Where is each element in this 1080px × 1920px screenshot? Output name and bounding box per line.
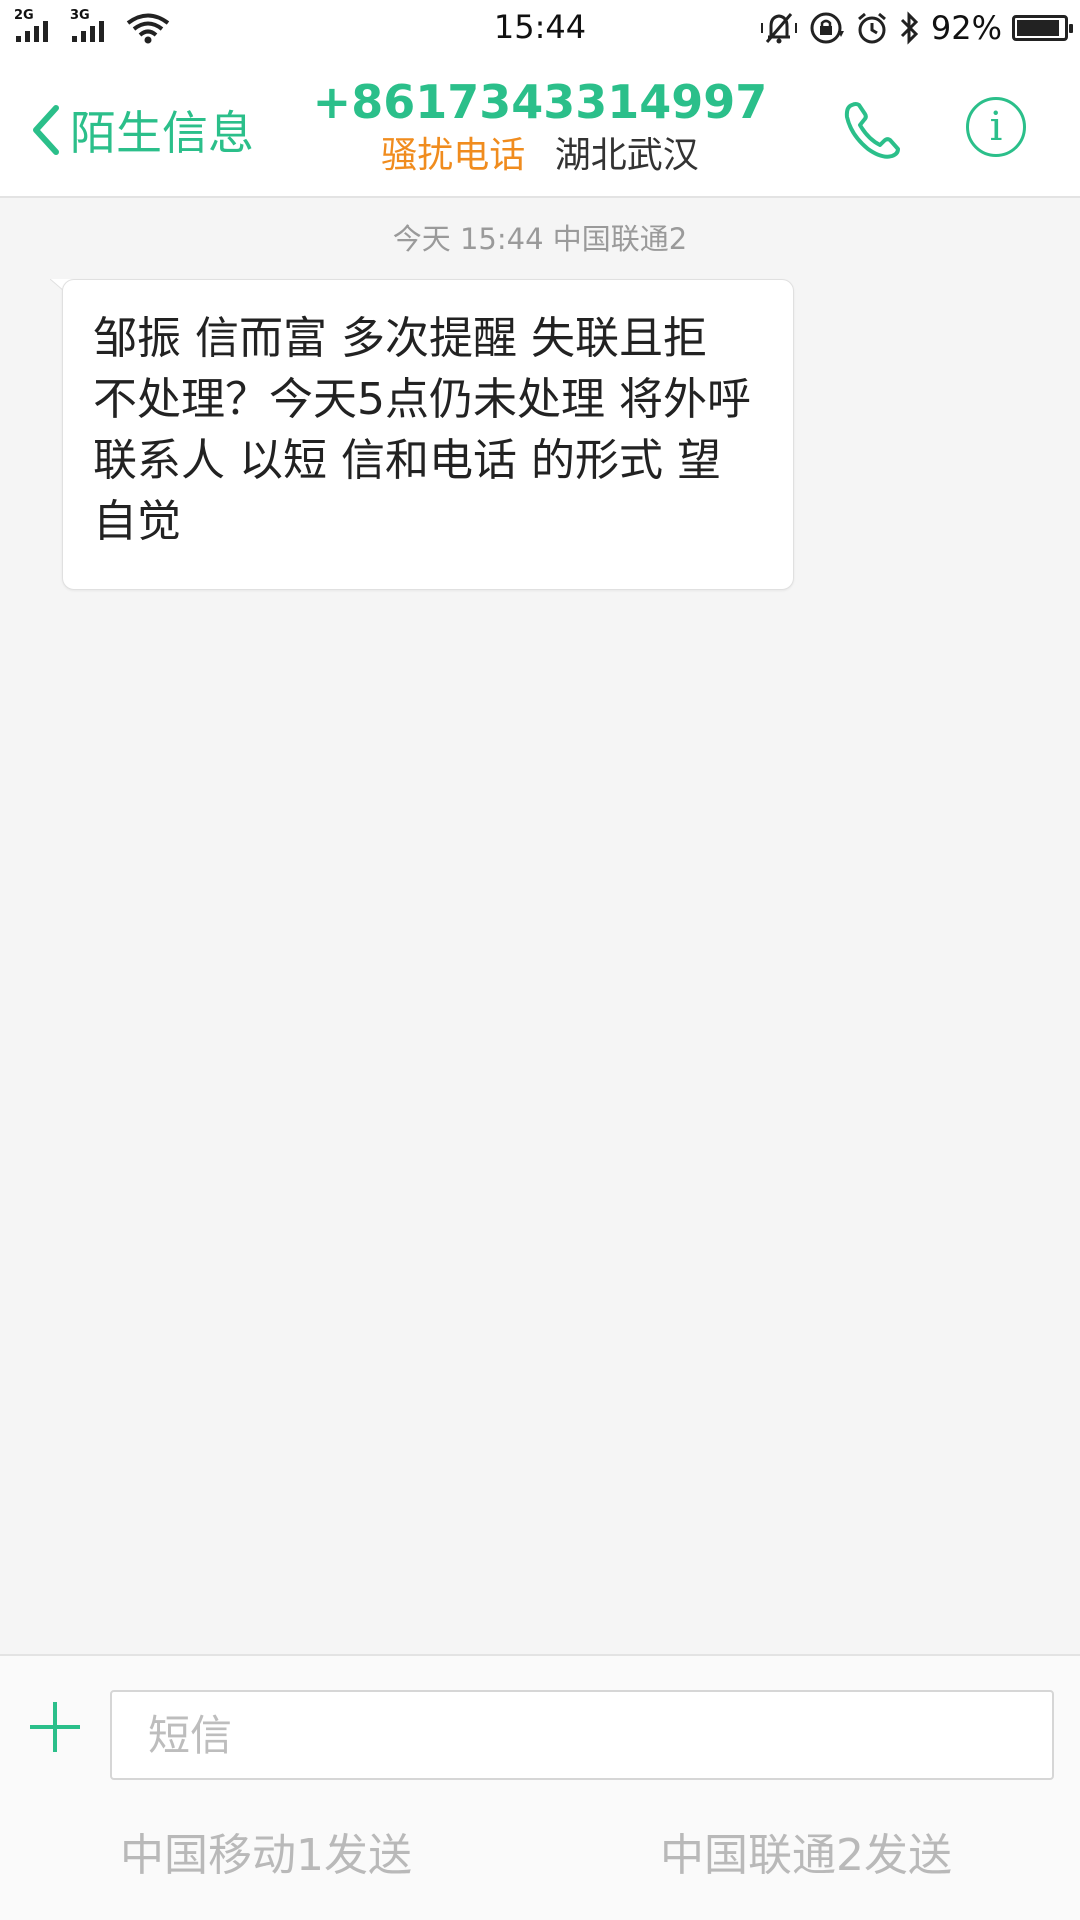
add-attachment-button[interactable] <box>28 1700 82 1754</box>
location-label: 湖北武汉 <box>554 135 699 176</box>
battery-percent: 92% <box>930 9 1002 47</box>
info-button[interactable]: i <box>966 97 1026 157</box>
plus-icon <box>30 1702 80 1752</box>
message-line: 邹振 信而富 多次提醒 失联且拒 <box>93 313 707 364</box>
compose-area: 中国移动1发送 中国联通2发送 <box>0 1654 1080 1920</box>
harassment-tag: 骚扰电话 <box>381 135 526 176</box>
alarm-icon <box>857 12 886 44</box>
contact-subtitle: 骚扰电话 湖北武汉 <box>0 131 1080 181</box>
message-line: 不处理？今天5点仍未处理 将外呼 <box>93 374 751 425</box>
status-right: 92% <box>759 8 1073 48</box>
sms-input[interactable] <box>110 1690 1054 1780</box>
incoming-message-bubble[interactable]: 邹振 信而富 多次提醒 失联且拒 不处理？今天5点仍未处理 将外呼 联系人 以短… <box>62 279 794 590</box>
message-line: 联系人 以短 信和电话 的形式 望 <box>93 435 721 486</box>
info-icon: i <box>989 104 1003 150</box>
phone-icon <box>844 102 900 159</box>
status-bar: 2G 3G 15:44 92% <box>0 0 1080 55</box>
contact-title: +8617343314997 骚扰电话 湖北武汉 <box>0 73 1080 181</box>
send-sim2-button[interactable]: 中国联通2发送 <box>660 1826 952 1886</box>
rotation-lock-icon <box>810 12 844 44</box>
conversation-header: 陌生信息 +8617343314997 骚扰电话 湖北武汉 i <box>0 55 1080 198</box>
message-timestamp: 今天 15:44 中国联通2 <box>392 222 688 256</box>
message-line: 自觉 <box>93 496 181 547</box>
battery-icon <box>1012 15 1073 41</box>
mute-icon <box>760 13 797 44</box>
battery-level-fill <box>1017 20 1059 36</box>
bluetooth-icon <box>900 11 918 45</box>
send-sim1-button[interactable]: 中国移动1发送 <box>120 1826 412 1886</box>
phone-number: +8617343314997 <box>312 75 768 129</box>
call-button[interactable] <box>838 95 908 165</box>
